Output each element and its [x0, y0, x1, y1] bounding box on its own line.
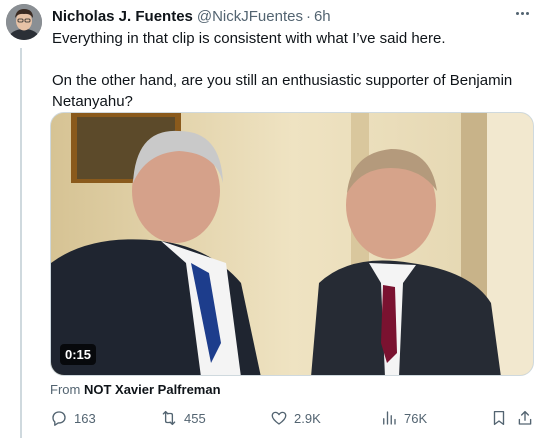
media-attribution: From NOT Xavier Palfreman [50, 382, 221, 397]
views-icon [383, 411, 396, 425]
from-label: From [50, 382, 81, 397]
from-source-link[interactable]: NOT Xavier Palfreman [84, 382, 221, 397]
avatar-image [6, 4, 42, 40]
views-button[interactable]: 76K [380, 406, 427, 430]
timestamp[interactable]: 6h [314, 8, 331, 25]
video-player[interactable] [50, 112, 534, 376]
tweet-text-line: On the other hand, are you still an enth… [52, 72, 513, 110]
more-icon[interactable] [511, 4, 533, 22]
tweet-header: Nicholas J. Fuentes @NickJFuentes · 6h [52, 6, 529, 26]
video-duration: 0:15 [60, 344, 97, 365]
bookmark-button[interactable] [490, 406, 508, 430]
video-thumbnail [51, 113, 533, 375]
avatar[interactable] [6, 4, 42, 40]
repost-icon [162, 410, 176, 426]
reply-icon [52, 411, 66, 426]
bookmark-icon [493, 410, 505, 426]
repost-button[interactable]: 455 [160, 406, 206, 430]
share-button[interactable] [516, 406, 534, 430]
author-name[interactable]: Nicholas J. Fuentes [52, 8, 193, 25]
repost-count: 455 [184, 410, 206, 426]
tweet-text-line: Everything in that clip is consistent wi… [52, 30, 446, 47]
share-icon [518, 410, 532, 425]
reply-count: 163 [74, 410, 96, 426]
thread-connector-line [20, 48, 22, 438]
views-count: 76K [404, 410, 428, 426]
like-button[interactable]: 2.9K [270, 406, 321, 430]
like-count: 2.9K [294, 410, 321, 426]
separator: · [305, 7, 311, 25]
like-icon [271, 411, 287, 425]
author-handle[interactable]: @NickJFuentes [197, 8, 303, 25]
action-bar: 163 455 2.9K 76K [50, 406, 534, 430]
reply-button[interactable]: 163 [50, 406, 96, 430]
tweet-text: Everything in that clip is consistent wi… [52, 28, 522, 112]
